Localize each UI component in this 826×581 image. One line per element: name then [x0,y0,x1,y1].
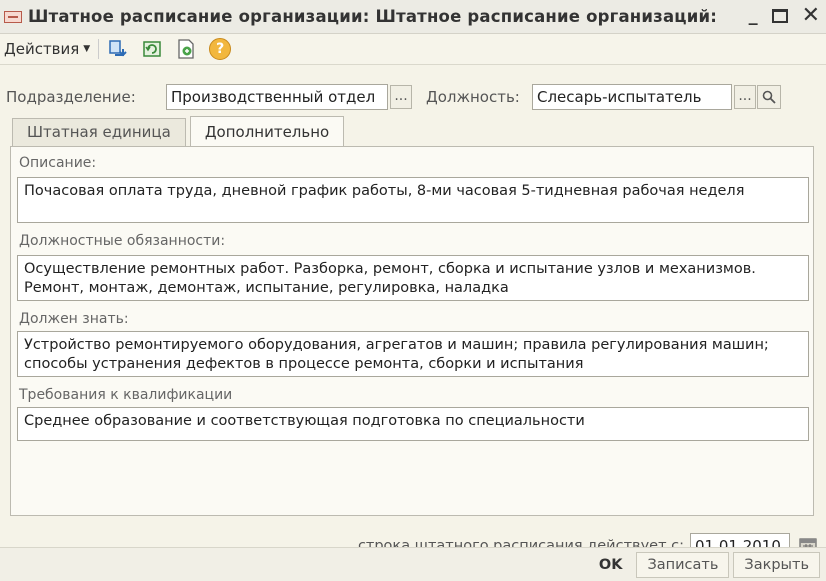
actions-menu-label: Действия [4,40,80,58]
chevron-down-icon: ▼ [83,44,91,54]
search-icon [762,90,776,104]
knowledge-field[interactable]: Устройство ремонтируемого оборудования, … [17,331,809,377]
window-menu-icon[interactable] [4,10,22,23]
close-window-icon[interactable]: ✕ [802,4,820,28]
maximize-icon[interactable] [771,9,788,23]
document-icon[interactable] [175,38,197,60]
tab-bar: Штатная единица Дополнительно [12,116,348,146]
duties-label: Должностные обязанности: [19,233,226,249]
knowledge-label: Должен знать: [19,311,129,327]
help-icon[interactable]: ? [209,38,232,60]
position-select-button[interactable]: ... [734,85,756,109]
staffing-window: Штатное расписание организации: Штатное … [0,0,826,581]
refresh-icon[interactable] [141,38,163,60]
minimize-icon[interactable]: _ [749,4,758,28]
toolbar-separator [98,39,100,59]
position-search-button[interactable] [757,85,781,109]
toolbar: Действия ▼ ? [0,34,826,65]
duties-field[interactable]: Осуществление ремонтных работ. Разборка,… [17,255,809,301]
ok-button[interactable]: OK [589,553,633,577]
header-fields: Подразделение: Производственный отдел ..… [0,84,826,110]
division-field[interactable]: Производственный отдел [166,84,388,110]
actions-menu-button[interactable]: Действия ▼ [4,40,90,58]
additional-panel: Описание: Почасовая оплата труда, дневно… [10,146,814,516]
window-title: Штатное расписание организации: Штатное … [28,7,718,26]
division-label: Подразделение: [6,88,136,106]
tab-staff-unit[interactable]: Штатная единица [12,118,186,146]
description-label: Описание: [19,155,97,171]
window-controls: _ ✕ [749,4,820,28]
save-and-close-icon[interactable] [107,38,129,60]
tab-additional[interactable]: Дополнительно [189,116,345,146]
description-field[interactable]: Почасовая оплата труда, дневной график р… [17,177,809,223]
qualification-field[interactable]: Среднее образование и соответствующая по… [17,407,809,441]
position-field[interactable]: Слесарь-испытатель [532,84,732,110]
position-label: Должность: [426,88,520,106]
dialog-buttons: OK Записать Закрыть [0,547,826,581]
save-button[interactable]: Записать [636,551,730,578]
title-bar: Штатное расписание организации: Штатное … [0,0,826,34]
division-select-button[interactable]: ... [390,85,412,109]
close-button[interactable]: Закрыть [733,551,820,578]
qualification-label: Требования к квалификации [19,387,233,403]
